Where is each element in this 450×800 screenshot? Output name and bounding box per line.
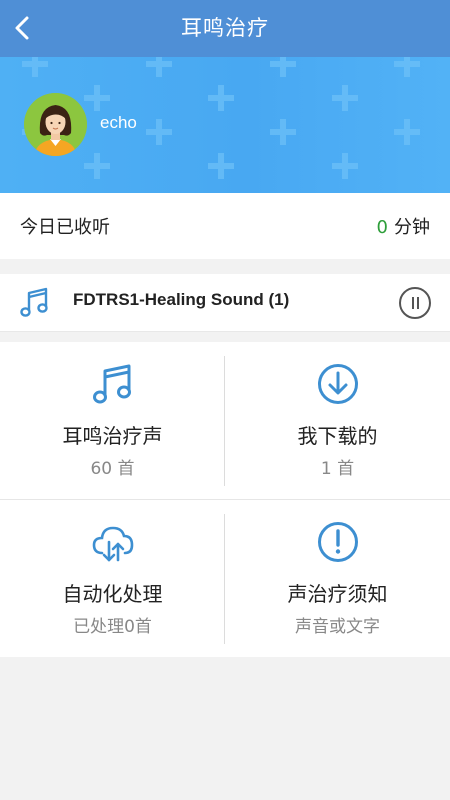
tile-title: 我下载的 [297,424,378,448]
cloud-transfer-icon [92,526,133,562]
today-listening-label: 今日已收听 [20,217,110,238]
user-avatar-icon [24,93,87,156]
now-playing-bar[interactable]: FDTRS1-Healing Sound (1) [0,274,450,332]
tile-subtitle: 已处理0首 [73,617,152,637]
treatment-notes-tile[interactable]: 声治疗须知 声音或文字 [225,500,450,657]
music-note-icon [20,287,48,317]
my-downloads-tile[interactable]: 我下载的 1 首 [225,342,450,499]
profile-banner: echo [0,57,450,193]
auto-processing-tile[interactable]: 自动化处理 已处理0首 [0,500,225,657]
page-title: 耳鸣治疗 [181,16,269,40]
music-note-icon [92,364,131,404]
pause-button[interactable] [399,287,431,319]
tile-subtitle: 1 首 [320,459,355,479]
tile-title: 自动化处理 [62,582,163,606]
tinnitus-sounds-tile[interactable]: 耳鸣治疗声 60 首 [0,342,225,499]
tile-subtitle: 声音或文字 [295,617,380,637]
avatar[interactable] [24,93,87,156]
username: echo [100,113,137,132]
tile-title: 耳鸣治疗声 [62,424,163,448]
today-listening-value: 0 分钟 [377,213,430,239]
top-bar: 耳鸣治疗 [0,0,450,57]
tile-subtitle: 60 首 [90,459,135,479]
today-listening-row: 今日已收听 0 分钟 [0,193,450,259]
download-icon [317,364,358,404]
exclamation-icon [317,522,358,562]
minutes-unit: 分钟 [394,217,430,238]
tile-title: 声治疗须知 [287,582,388,606]
feature-grid: 耳鸣治疗声 60 首 我下载的 1 首 自动化处理 已处理0首 声治疗须知 声音… [0,342,450,657]
today-minutes-count: 0 [376,217,388,238]
now-playing-track: FDTRS1-Healing Sound (1) [73,290,290,309]
